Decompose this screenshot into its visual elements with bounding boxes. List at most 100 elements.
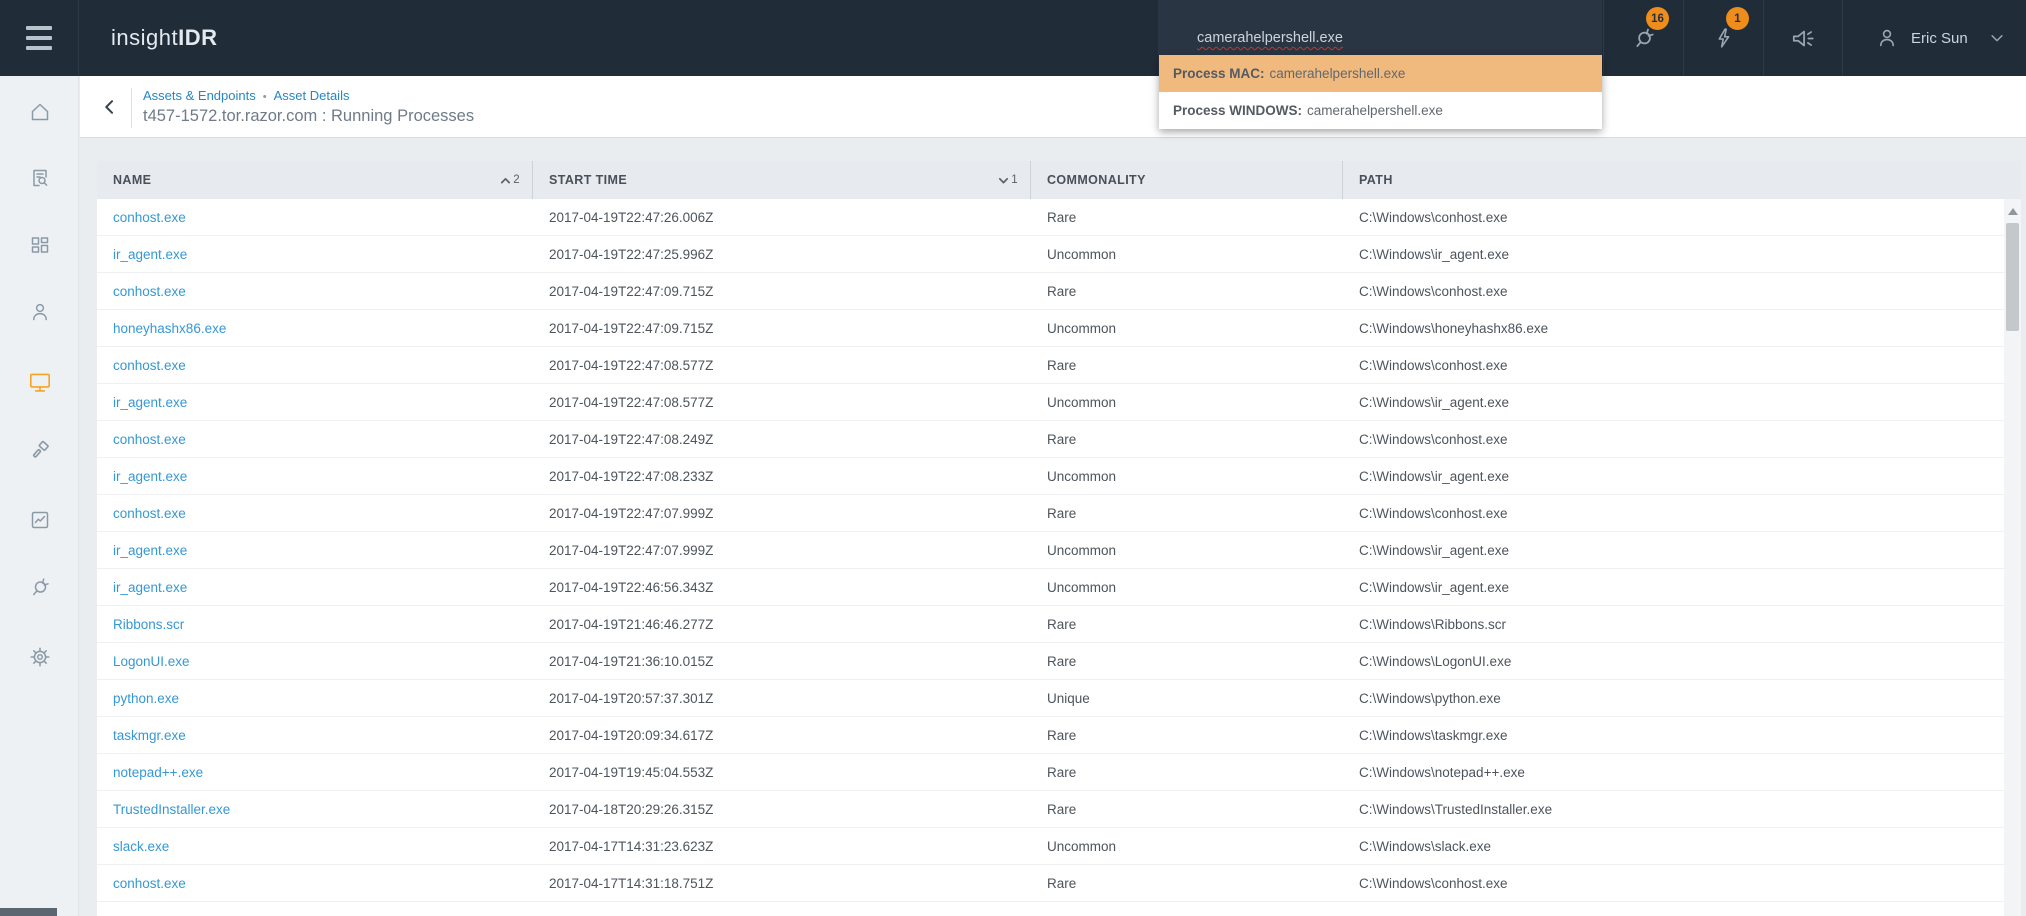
table-row: ir_agent.exe 2017-04-19T22:47:07.999Z Un…: [97, 532, 2004, 569]
table-header-row: NAME 2 START TIME 1 COMMONALIT: [97, 161, 2021, 199]
sidebar-item-dashboards[interactable]: [0, 223, 79, 267]
search-suggestions-dropdown: Process MAC: camerahelpershell.exe Proce…: [1159, 55, 1602, 129]
table-scrollbar[interactable]: [2004, 199, 2021, 916]
suggestion-label: Process MAC:: [1173, 66, 1265, 81]
path-cell: C:\Windows\slack.exe: [1343, 839, 2004, 854]
path-cell: C:\Windows\ir_agent.exe: [1343, 580, 2004, 595]
path-cell: C:\Windows\ir_agent.exe: [1343, 543, 2004, 558]
commonality-cell: Rare: [1031, 802, 1343, 817]
table-row: ir_agent.exe 2017-04-19T22:46:56.343Z Un…: [97, 569, 2004, 606]
users-icon: [28, 300, 52, 324]
home-icon: [28, 100, 52, 124]
table-row: TrustedInstaller.exe 2017-04-18T20:29:26…: [97, 791, 2004, 828]
sort-indicator-start-time: 1: [998, 161, 1018, 199]
process-name-link[interactable]: LogonUI.exe: [113, 654, 190, 669]
process-name-link[interactable]: ir_agent.exe: [113, 469, 187, 484]
start-time-cell: 2017-04-19T21:36:10.015Z: [533, 654, 1031, 669]
path-cell: C:\Windows\conhost.exe: [1343, 358, 2004, 373]
process-name-link[interactable]: conhost.exe: [113, 358, 186, 373]
chevron-left-icon: [100, 96, 120, 118]
top-navigation-bar: insightIDR camerahelpershell.exe 16 1: [0, 0, 2026, 76]
table-row: conhost.exe 2017-04-19T22:47:26.006Z Rar…: [97, 199, 2004, 236]
assets-endpoints-icon: [27, 369, 53, 395]
column-label: PATH: [1359, 173, 1393, 187]
back-button[interactable]: [96, 92, 124, 122]
column-header-name[interactable]: NAME 2: [97, 161, 533, 199]
start-time-cell: 2017-04-19T22:47:25.996Z: [533, 247, 1031, 262]
sidebar-item-assets-endpoints[interactable]: [0, 360, 79, 404]
process-name-link[interactable]: notepad++.exe: [113, 765, 203, 780]
header-divider: [131, 88, 132, 128]
process-name-link[interactable]: ir_agent.exe: [113, 395, 187, 410]
scrollbar-thumb[interactable]: [2006, 223, 2019, 331]
sidebar-item-log-search[interactable]: [0, 156, 79, 200]
process-name-link[interactable]: ir_agent.exe: [113, 247, 187, 262]
process-name-link[interactable]: conhost.exe: [113, 506, 186, 521]
breadcrumb-asset-details[interactable]: Asset Details: [274, 88, 350, 103]
user-menu[interactable]: Eric Sun: [1842, 0, 2026, 76]
column-header-commonality[interactable]: COMMONALITY: [1031, 161, 1343, 199]
table-row: notepad++.exe 2017-04-19T19:45:04.553Z R…: [97, 754, 2004, 791]
commonality-cell: Uncommon: [1031, 321, 1343, 336]
process-name-link[interactable]: ir_agent.exe: [113, 543, 187, 558]
scrollbar-up-arrow[interactable]: [2004, 203, 2021, 215]
process-name-link[interactable]: conhost.exe: [113, 876, 186, 891]
path-cell: C:\Windows\python.exe: [1343, 691, 2004, 706]
path-cell: C:\Windows\notepad++.exe: [1343, 765, 2004, 780]
sidebar-item-investigations[interactable]: [0, 428, 79, 472]
breadcrumb: Assets & Endpoints • Asset Details: [143, 88, 349, 103]
breadcrumb-assets-endpoints[interactable]: Assets & Endpoints: [143, 88, 256, 103]
sidebar-item-data-collection[interactable]: [0, 565, 79, 609]
commonality-cell: Rare: [1031, 876, 1343, 891]
column-header-start-time[interactable]: START TIME 1: [533, 161, 1031, 199]
sidebar-item-users[interactable]: [0, 290, 79, 334]
suggestion-process-mac[interactable]: Process MAC: camerahelpershell.exe: [1159, 55, 1602, 92]
process-name-link[interactable]: ir_agent.exe: [113, 580, 187, 595]
process-name-link[interactable]: TrustedInstaller.exe: [113, 802, 230, 817]
sidebar-bottom-cutoff-element: [0, 908, 57, 916]
user-name: Eric Sun: [1911, 30, 1968, 47]
process-name-link[interactable]: python.exe: [113, 691, 179, 706]
process-name-link[interactable]: slack.exe: [113, 839, 169, 854]
hamburger-menu-button[interactable]: [0, 0, 79, 76]
process-name-link[interactable]: conhost.exe: [113, 432, 186, 447]
start-time-cell: 2017-04-17T14:31:23.623Z: [533, 839, 1031, 854]
user-icon: [1875, 26, 1899, 50]
sidebar-item-settings[interactable]: [0, 635, 79, 679]
commonality-cell: Uncommon: [1031, 580, 1343, 595]
announcements-button[interactable]: [1763, 0, 1842, 76]
table-row: honeyhashx86.exe 2017-04-19T22:47:09.715…: [97, 310, 2004, 347]
start-time-cell: 2017-04-17T14:31:18.751Z: [533, 876, 1031, 891]
sidebar-item-home[interactable]: [0, 90, 79, 134]
path-cell: C:\Windows\taskmgr.exe: [1343, 728, 2004, 743]
table-body: conhost.exe 2017-04-19T22:47:26.006Z Rar…: [97, 199, 2004, 916]
path-cell: C:\Windows\ir_agent.exe: [1343, 247, 2004, 262]
sidebar-item-reports[interactable]: [0, 498, 79, 542]
commonality-cell: Rare: [1031, 654, 1343, 669]
data-collection-status-button[interactable]: 16: [1603, 0, 1683, 76]
table-row: conhost.exe 2017-04-17T14:31:18.751Z Rar…: [97, 865, 2004, 902]
app-window: insightIDR camerahelpershell.exe 16 1: [0, 0, 2026, 916]
suggestion-process-windows[interactable]: Process WINDOWS: camerahelpershell.exe: [1159, 92, 1602, 129]
sort-down-icon: [998, 176, 1009, 185]
commonality-cell: Unique: [1031, 691, 1343, 706]
process-name-link[interactable]: Ribbons.scr: [113, 617, 184, 632]
search-query-text: camerahelpershell.exe: [1197, 30, 1343, 46]
table-row: ir_agent.exe 2017-04-19T22:47:08.233Z Un…: [97, 458, 2004, 495]
suggestion-value: camerahelpershell.exe: [1270, 66, 1406, 81]
alerts-button[interactable]: 1: [1683, 0, 1763, 76]
process-name-link[interactable]: taskmgr.exe: [113, 728, 186, 743]
process-name-link[interactable]: honeyhashx86.exe: [113, 321, 226, 336]
start-time-cell: 2017-04-19T22:47:08.233Z: [533, 469, 1031, 484]
process-name-link[interactable]: conhost.exe: [113, 284, 186, 299]
commonality-cell: Rare: [1031, 432, 1343, 447]
breadcrumb-separator: •: [263, 91, 267, 103]
process-name-link[interactable]: conhost.exe: [113, 210, 186, 225]
path-cell: C:\Windows\conhost.exe: [1343, 432, 2004, 447]
suggestion-label: Process WINDOWS:: [1173, 103, 1302, 118]
column-header-path[interactable]: PATH: [1343, 161, 2021, 199]
reports-chart-icon: [28, 508, 52, 532]
table-row: conhost.exe 2017-04-19T22:47:07.999Z Rar…: [97, 495, 2004, 532]
start-time-cell: 2017-04-19T22:47:07.999Z: [533, 506, 1031, 521]
path-cell: C:\Windows\Ribbons.scr: [1343, 617, 2004, 632]
